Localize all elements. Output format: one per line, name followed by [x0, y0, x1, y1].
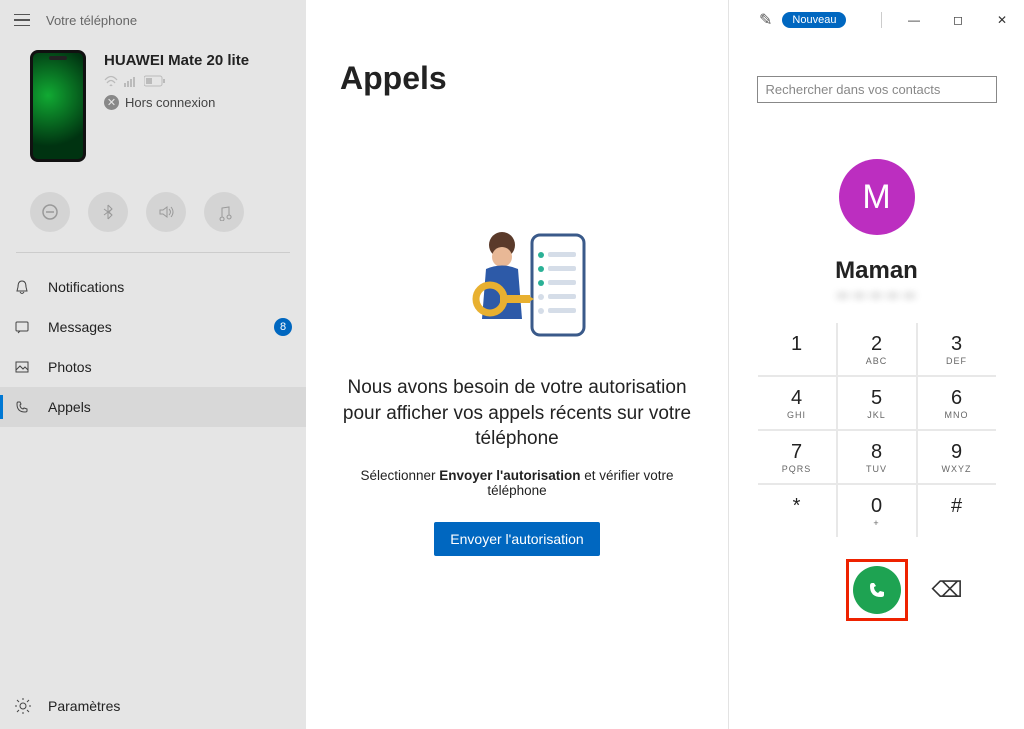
page-title: Appels [340, 60, 447, 97]
main-panel: Appels Nous avons besoin de votre autori… [306, 0, 729, 729]
contact-avatar: M [839, 159, 915, 235]
device-name: HUAWEI Mate 20 lite [104, 52, 249, 69]
key-hash[interactable]: # [918, 485, 996, 537]
dnd-button[interactable] [30, 192, 70, 232]
divider [16, 252, 290, 253]
key-4[interactable]: 4GHI [758, 377, 836, 429]
phone-icon [14, 399, 34, 415]
nav-list: Notifications Messages 8 Photos Appels [0, 261, 306, 427]
key-0[interactable]: 0+ [838, 485, 916, 537]
key-7[interactable]: 7PQRS [758, 431, 836, 483]
photo-icon [14, 359, 34, 375]
nav-calls[interactable]: Appels [0, 387, 306, 427]
maximize-button[interactable]: ◻ [936, 5, 980, 35]
app-title: Votre téléphone [46, 13, 137, 28]
device-status: Hors connexion [125, 95, 215, 110]
call-button-highlight [846, 559, 908, 621]
permission-heading: Nous avons besoin de votre autorisation … [340, 375, 694, 452]
call-button[interactable] [853, 566, 901, 614]
titlebar-divider [881, 12, 882, 28]
edit-icon[interactable]: ✎ [759, 10, 772, 30]
offline-icon: ✕ [104, 95, 119, 110]
key-1[interactable]: 1 [758, 323, 836, 375]
message-icon [14, 319, 34, 335]
nav-messages[interactable]: Messages 8 [0, 307, 306, 347]
backspace-button[interactable]: ⌫ [932, 577, 963, 603]
device-card: HUAWEI Mate 20 lite ✕ Hors connexion [0, 40, 306, 176]
bluetooth-button[interactable] [88, 192, 128, 232]
dialpad: 1 2ABC 3DEF 4GHI 5JKL 6MNO 7PQRS 8TUV 9W… [758, 323, 996, 537]
phone-icon [866, 579, 888, 601]
key-9[interactable]: 9WXYZ [918, 431, 996, 483]
phone-thumbnail [30, 50, 86, 162]
wifi-icon [104, 75, 118, 87]
contact-name: Maman [835, 257, 918, 285]
key-star[interactable]: * [758, 485, 836, 537]
messages-badge: 8 [274, 318, 292, 336]
nav-label: Appels [48, 399, 91, 415]
menu-icon[interactable] [10, 8, 34, 32]
gear-icon [14, 697, 34, 715]
close-button[interactable]: ✕ [980, 5, 1024, 35]
nav-settings[interactable]: Paramètres [0, 683, 306, 729]
permission-subtext: Sélectionner Envoyer l'autorisation et v… [340, 468, 694, 498]
key-2[interactable]: 2ABC [838, 323, 916, 375]
contact-number: •• •• •• •• •• [837, 287, 916, 303]
quick-actions [0, 176, 306, 252]
new-badge: Nouveau [782, 12, 846, 28]
send-authorization-button[interactable]: Envoyer l'autorisation [434, 522, 599, 556]
volume-button[interactable] [146, 192, 186, 232]
battery-icon [144, 75, 166, 87]
device-signals [104, 75, 249, 87]
titlebar: ✎ Nouveau — ◻ ✕ [729, 4, 1024, 36]
nav-photos[interactable]: Photos [0, 347, 306, 387]
sidebar: Votre téléphone HUAWEI Mate 20 lite ✕ Ho… [0, 0, 306, 729]
nav-label: Notifications [48, 279, 124, 295]
nav-label: Messages [48, 319, 112, 335]
minimize-button[interactable]: — [892, 5, 936, 35]
bell-icon [14, 279, 34, 295]
nav-label: Photos [48, 359, 92, 375]
dialer-panel: ✎ Nouveau — ◻ ✕ M Maman •• •• •• •• •• 1… [729, 0, 1024, 729]
signal-icon [124, 75, 138, 87]
permission-illustration [442, 227, 592, 357]
key-3[interactable]: 3DEF [918, 323, 996, 375]
key-6[interactable]: 6MNO [918, 377, 996, 429]
contact-search-input[interactable] [757, 76, 997, 103]
nav-notifications[interactable]: Notifications [0, 267, 306, 307]
settings-label: Paramètres [48, 698, 120, 714]
music-button[interactable] [204, 192, 244, 232]
key-8[interactable]: 8TUV [838, 431, 916, 483]
key-5[interactable]: 5JKL [838, 377, 916, 429]
